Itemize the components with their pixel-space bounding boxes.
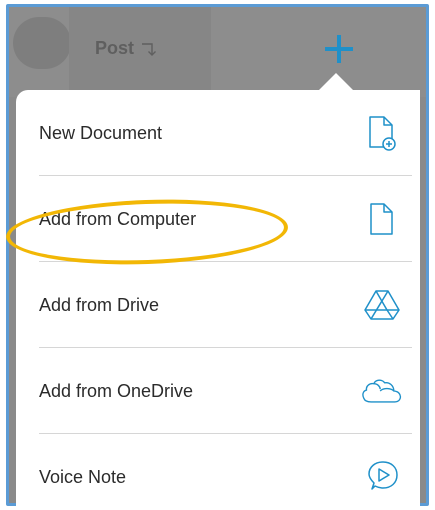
menu-item-label: Add from Drive bbox=[39, 294, 160, 315]
add-menu: New Document Add from Computer Add from … bbox=[16, 90, 420, 510]
popover-caret bbox=[318, 73, 354, 91]
toolbar bbox=[9, 7, 426, 97]
menu-item-add-from-computer[interactable]: Add from Computer bbox=[16, 176, 420, 262]
add-button[interactable] bbox=[321, 31, 357, 67]
document-icon bbox=[362, 199, 402, 239]
menu-item-new-document[interactable]: New Document bbox=[16, 90, 420, 176]
menu-item-label: Add from OneDrive bbox=[39, 380, 194, 401]
add-menu-popover: New Document Add from Computer Add from … bbox=[16, 90, 420, 510]
menu-item-add-from-onedrive[interactable]: Add from OneDrive bbox=[16, 348, 420, 434]
plus-icon bbox=[325, 35, 353, 63]
menu-item-voice-note[interactable]: Voice Note bbox=[16, 434, 420, 510]
menu-item-label: Voice Note bbox=[39, 466, 127, 487]
menu-item-label: Add from Computer bbox=[39, 208, 197, 229]
post-button[interactable]: Post bbox=[95, 38, 158, 59]
toolbar-left-button[interactable] bbox=[13, 17, 71, 69]
google-drive-icon bbox=[362, 285, 402, 325]
voice-note-icon bbox=[362, 457, 402, 497]
menu-item-add-from-drive[interactable]: Add from Drive bbox=[16, 262, 420, 348]
new-document-icon bbox=[362, 113, 402, 153]
arrow-turn-down-icon bbox=[142, 42, 157, 56]
cloud-icon bbox=[362, 371, 402, 411]
menu-item-label: New Document bbox=[39, 122, 163, 143]
post-label: Post bbox=[95, 38, 135, 58]
